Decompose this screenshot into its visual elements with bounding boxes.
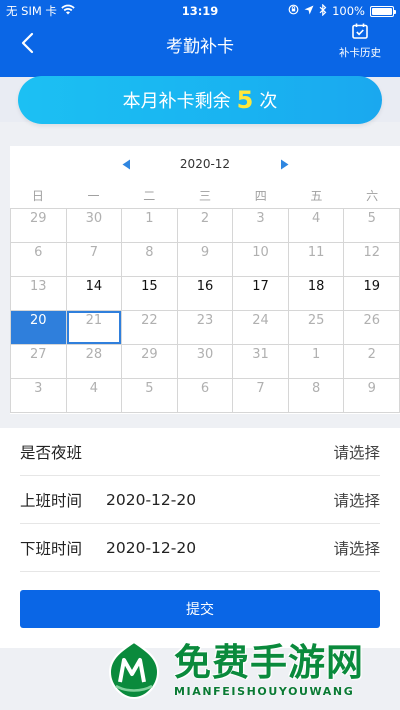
day-cell[interactable]: 22 [122,311,178,345]
weekday-label: 日 [31,188,44,203]
watermark: 免费手游网 MIANFEISHOUYOUWANG [0,630,400,710]
day-cell[interactable]: 17 [233,277,289,311]
day-cell[interactable]: 26 [344,311,400,345]
status-bar: 无 SIM 卡 13:19 100% [0,0,400,22]
weekday-label: 六 [366,188,379,203]
start-time-label: 上班时间 [20,491,83,510]
calendar-check-icon [352,23,368,39]
day-cell[interactable]: 2 [177,209,234,243]
watermark-text: 免费手游网 MIANFEISHOUYOUWANG [174,640,364,698]
day-cell[interactable]: 30 [66,209,123,243]
day-cell[interactable]: 7 [66,243,123,277]
next-month-button[interactable] [276,156,292,172]
clock-form: 是否夜班 请选择 上班时间 2020-12-20 请选择 下班时间 2020-1… [0,428,400,648]
day-cell[interactable]: 30 [177,345,234,379]
start-date-value: 2020-12-20 [106,490,197,509]
day-cell[interactable]: 16 [177,277,234,311]
start-time-select[interactable]: 请选择 [333,489,380,511]
battery-percent: 100% [332,4,365,18]
watermark-subtitle: MIANFEISHOUYOUWANG [174,684,355,698]
end-time-label: 下班时间 [20,539,83,558]
day-cell[interactable]: 31 [233,345,289,379]
triangle-left-icon [122,159,130,169]
wifi-icon [61,4,75,18]
day-cell[interactable]: 3 [11,379,67,413]
day-cell[interactable]: 29 [11,209,67,243]
night-shift-row[interactable]: 是否夜班 请选择 [20,428,380,476]
history-label: 补卡历史 [339,47,381,59]
day-cell[interactable]: 5 [122,379,178,413]
night-shift-label: 是否夜班 [20,443,83,462]
day-cell[interactable]: 9 [344,379,400,413]
watermark-logo [108,640,160,700]
weekday-label: 四 [254,188,267,203]
day-cell[interactable]: 19 [344,277,400,311]
end-date-value: 2020-12-20 [106,538,197,557]
day-cell[interactable]: 8 [122,243,178,277]
day-cell[interactable]: 1 [288,345,345,379]
day-cell[interactable]: 1 [122,209,178,243]
weekday-row: 日一二三四五六 [10,182,400,208]
day-cell[interactable]: 2 [344,345,400,379]
day-cell[interactable]: 3 [233,209,289,243]
remaining-banner: 本月补卡剩余 5 次 [18,76,382,124]
day-cell[interactable]: 6 [177,379,234,413]
battery-icon [370,5,396,17]
prev-month-button[interactable] [118,156,134,172]
day-cell[interactable]: 28 [66,345,123,379]
location-arrow-icon [304,4,314,18]
day-cell[interactable]: 4 [288,209,345,243]
day-cell[interactable]: 24 [233,311,289,345]
weekday-label: 五 [310,188,323,203]
end-time-select[interactable]: 请选择 [333,537,380,559]
day-cell[interactable]: 7 [233,379,289,413]
end-time-row[interactable]: 下班时间 2020-12-20 请选择 [20,524,380,572]
status-left: 无 SIM 卡 [6,3,288,19]
day-cell[interactable]: 9 [177,243,234,277]
day-cell[interactable]: 6 [11,243,67,277]
history-button[interactable]: 补卡历史 [330,22,390,60]
day-cell[interactable]: 25 [288,311,345,345]
day-cell[interactable]: 13 [11,277,67,311]
day-cell[interactable]: 8 [288,379,345,413]
day-cell[interactable]: 23 [177,311,234,345]
chevron-left-icon [21,32,34,54]
remaining-count: 5 [236,86,254,114]
submit-button[interactable]: 提交 [20,590,380,628]
day-grid: 29 30 1 2 3 4 5 6 7 8 9 10 11 12 13 14 15 16 17 18 19 20 21 22 2… [10,208,400,413]
day-cell[interactable]: 4 [66,379,123,413]
day-cell[interactable]: 15 [122,277,178,311]
start-time-row[interactable]: 上班时间 2020-12-20 请选择 [20,476,380,524]
banner-prefix: 本月补卡剩余 [122,91,231,112]
back-button[interactable] [14,30,40,56]
weekday-label: 二 [143,188,156,203]
watermark-title: 免费手游网 [174,640,364,684]
day-cell-selected[interactable]: 20 [11,311,67,345]
carrier-text: 无 SIM 卡 [6,4,57,18]
day-cell[interactable]: 27 [11,345,67,379]
status-right: 100% [288,3,396,19]
bluetooth-icon [319,3,327,19]
night-shift-select[interactable]: 请选择 [333,441,380,463]
triangle-right-icon [280,159,288,169]
day-cell-current[interactable]: 21 [66,311,123,345]
day-cell[interactable]: 12 [344,243,400,277]
calendar-header: 2020-12 [10,146,400,182]
weekday-label: 三 [198,188,211,203]
weekday-label: 一 [87,188,100,203]
day-cell[interactable]: 29 [122,345,178,379]
banner-suffix: 次 [259,91,278,112]
day-cell[interactable]: 14 [66,277,123,311]
calendar: 2020-12 日一二三四五六 29 30 1 2 3 4 5 6 7 8 9 10 11 12 13 14 1… [10,146,400,414]
day-cell[interactable]: 11 [288,243,345,277]
calendar-month: 2020-12 [179,157,231,171]
orientation-lock-icon [288,4,299,18]
day-cell[interactable]: 10 [233,243,289,277]
day-cell[interactable]: 5 [344,209,400,243]
day-cell[interactable]: 18 [288,277,345,311]
